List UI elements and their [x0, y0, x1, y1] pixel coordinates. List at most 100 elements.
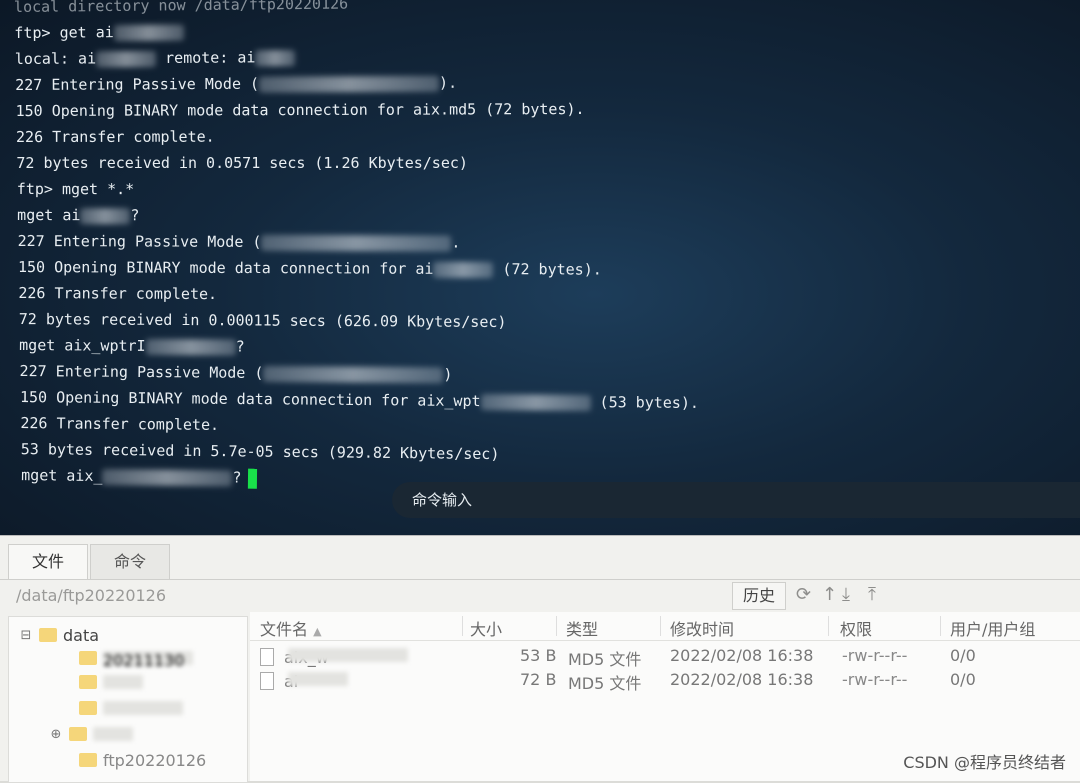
tab-bar: 文件 命令 [8, 544, 172, 580]
column-divider[interactable] [556, 616, 557, 636]
redacted-text [255, 49, 296, 66]
terminal-cursor [247, 468, 257, 489]
terminal-line: 72 bytes received in 0.0571 secs (1.26 K… [14, 150, 1074, 176]
terminal-window[interactable]: local directory now /data/ftp20220126 ftp… [0, 0, 1080, 535]
path-field[interactable]: /data/ftp20220126 [16, 586, 166, 605]
terminal-line-text: ftp> get ai [14, 23, 114, 42]
redacted-text [261, 234, 452, 252]
terminal-line: 150 Opening BINARY mode data connection … [14, 94, 1074, 124]
column-divider[interactable] [828, 616, 829, 636]
terminal-line: ftp> mget *.* [14, 176, 1074, 204]
upload-icon[interactable]: ⤒ [868, 584, 876, 605]
file-modified: 2022/02/08 16:38 [670, 646, 814, 665]
terminal-line: 227 Entering Passive Mode (. [14, 228, 1074, 258]
column-name-label: 文件名 [260, 620, 309, 639]
terminal-line-text: ftp> mget *.* [16, 180, 135, 199]
file-owner: 0/0 [950, 646, 976, 665]
terminal-line: 227 Entering Passive Mode (). [14, 66, 1074, 98]
column-header-owner[interactable]: 用户/用户组 [950, 616, 1035, 640]
expand-icon[interactable]: ⊕ [49, 727, 63, 742]
up-directory-icon[interactable]: ↑ [822, 584, 837, 605]
redacted-text [113, 24, 184, 41]
terminal-line-text: 226 Transfer complete. [20, 414, 220, 434]
redacted-text [263, 365, 444, 383]
redacted-text [433, 261, 494, 278]
collapse-icon[interactable]: ⊟ [19, 628, 33, 643]
download-icon[interactable]: ⤓ [842, 584, 850, 605]
tree-root-label: data [63, 625, 100, 645]
refresh-icon[interactable]: ⟳ [796, 584, 811, 605]
tree-item-label-blurred [93, 727, 133, 741]
command-input-label: 命令输入 [412, 491, 473, 509]
tab-commands[interactable]: 命令 [90, 544, 170, 579]
terminal-line-text: mget aix_wptrI [19, 336, 146, 355]
tab-divider [0, 579, 1080, 580]
tree-item[interactable] [79, 671, 143, 693]
column-header-modified[interactable]: 修改时间 [670, 616, 734, 640]
tab-files[interactable]: 文件 [8, 544, 88, 579]
tree-item-label: ftp20220126 [103, 750, 207, 770]
file-row[interactable]: ai 72 B MD5 文件 2022/02/08 16:38 -rw-r--r… [250, 668, 1080, 693]
file-permissions: -rw-r--r-- [842, 646, 908, 665]
terminal-line-text: 150 Opening BINARY mode data connection … [15, 100, 585, 120]
file-list-header: 文件名 ▲ 大小 类型 修改时间 权限 用户/用户组 [250, 612, 1080, 641]
file-type: MD5 文件 [568, 650, 642, 669]
terminal-line-text: 227 Entering Passive Mode ( [19, 362, 264, 382]
folder-icon [79, 753, 97, 767]
terminal-line-text: 227 Entering Passive Mode ( [17, 232, 262, 251]
command-input[interactable]: 命令输入 [392, 482, 1080, 518]
terminal-line-text: 72 bytes received in 0.0571 secs (1.26 K… [16, 154, 468, 172]
terminal-line-text: 53 bytes received in 5.7e-05 secs (929.8… [20, 440, 500, 464]
terminal-line-suffix: ? [235, 337, 245, 356]
terminal-line-text: 150 Opening BINARY mode data connection … [17, 258, 434, 278]
terminal-line: 226 Transfer complete. [14, 122, 1074, 150]
tree-item[interactable]: ⊕ [49, 723, 133, 745]
tree-item[interactable] [79, 697, 183, 719]
file-size: 72 B [520, 670, 557, 689]
sort-ascending-icon: ▲ [313, 625, 322, 638]
redacted-text [80, 207, 131, 224]
file-permissions: -rw-r--r-- [842, 670, 908, 689]
terminal-line-suffix: . [451, 233, 461, 252]
column-header-size[interactable]: 大小 [470, 616, 502, 640]
file-row[interactable]: aix_w 53 B MD5 文件 2022/02/08 16:38 -rw-r… [250, 644, 1080, 669]
redacted-text [480, 393, 591, 411]
file-owner: 0/0 [950, 670, 976, 689]
terminal-line-suffix: remote: ai [156, 48, 256, 68]
terminal-line-text: 226 Transfer complete. [15, 127, 215, 146]
terminal-line-text: local directory now /data/ftp20220126 [13, 0, 349, 16]
terminal-line-suffix: ? [232, 468, 242, 487]
directory-tree: ⊟ data 20211130 ⊕ ftp20220126 [8, 616, 248, 783]
history-button[interactable]: 历史 [732, 582, 786, 610]
folder-icon [79, 701, 97, 715]
folder-icon [79, 651, 97, 665]
column-header-name[interactable]: 文件名 ▲ [260, 616, 322, 640]
folder-icon [79, 675, 97, 689]
path-toolbar: /data/ftp20220126 历史 ⟳ ↑ ⤓ ⤒ [8, 582, 1080, 612]
column-divider[interactable] [940, 616, 941, 636]
tree-root-data[interactable]: ⊟ data [19, 623, 100, 647]
terminal-line-suffix: ) [443, 365, 453, 384]
terminal-line-suffix: (72 bytes). [493, 260, 602, 279]
column-header-type[interactable]: 类型 [566, 616, 598, 640]
terminal-line: mget ai? [14, 202, 1074, 231]
redacted-text [145, 338, 236, 356]
redacted-text [258, 75, 440, 93]
tree-item-label-blurred: 20211130 [103, 651, 193, 670]
terminal-line-text: mget aix_ [21, 466, 103, 486]
terminal-output: local directory now /data/ftp20220126 ftp… [13, 0, 1074, 489]
column-divider[interactable] [660, 616, 661, 636]
column-header-permissions[interactable]: 权限 [840, 616, 872, 640]
tree-item-ftp20220126[interactable]: ftp20220126 [79, 749, 206, 771]
terminal-line-text: mget ai [17, 206, 81, 225]
terminal-line-suffix: ). [438, 73, 458, 92]
csdn-watermark: CSDN @程序员终结者 [903, 753, 1066, 772]
terminal-line-text: 227 Entering Passive Mode ( [15, 74, 260, 94]
terminal-line-text: 226 Transfer complete. [18, 284, 218, 304]
file-type: MD5 文件 [568, 674, 642, 693]
redacted-text [96, 50, 157, 67]
column-divider[interactable] [462, 616, 463, 636]
file-modified: 2022/02/08 16:38 [670, 670, 814, 689]
tree-item[interactable]: 20211130 [79, 647, 193, 670]
terminal-line-suffix: ? [130, 206, 140, 225]
